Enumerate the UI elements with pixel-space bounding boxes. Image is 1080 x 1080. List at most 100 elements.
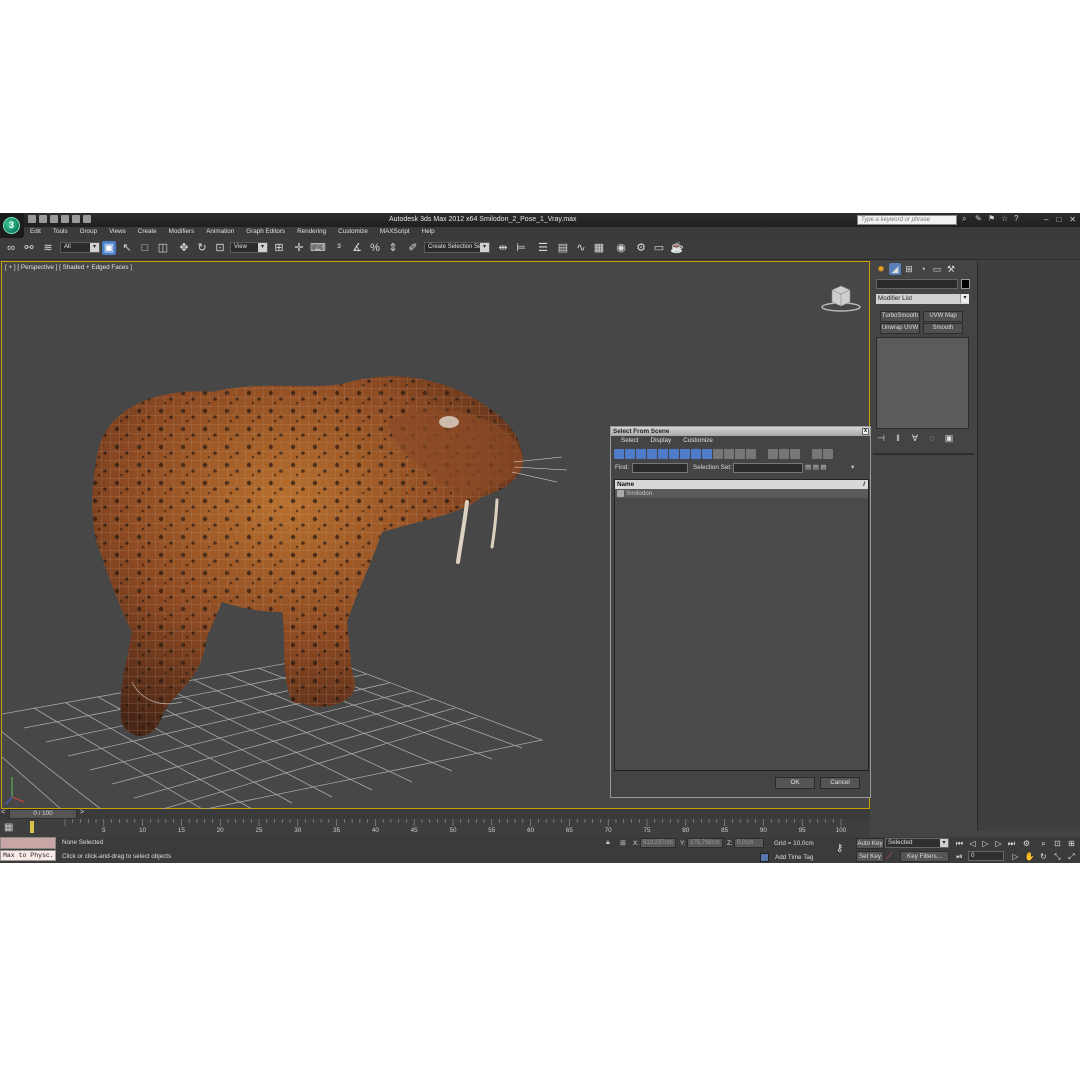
object-color-swatch[interactable] (961, 279, 970, 289)
maxscript-input[interactable]: Max to Physc. (0, 850, 56, 861)
menu-group[interactable]: Group (74, 227, 104, 238)
display-tab-icon[interactable]: ▭ (931, 263, 943, 275)
field-of-view-icon[interactable]: ▷ (1010, 851, 1021, 862)
render-setup-icon[interactable]: ⚙ (634, 241, 648, 255)
rotate-icon[interactable]: ↻ (195, 241, 209, 255)
column-header-name[interactable]: Name / (615, 480, 868, 489)
filter-options-icon[interactable] (823, 449, 833, 459)
project-folder-icon[interactable] (83, 215, 91, 223)
display-helpers-icon[interactable] (658, 449, 668, 459)
next-frame-icon[interactable]: ▷ (993, 838, 1004, 849)
turbosmooth-button[interactable]: TurboSmooth (880, 311, 920, 322)
dialog-menu-customize[interactable]: Customize (677, 436, 719, 447)
unlink-icon[interactable]: ⚯ (22, 241, 36, 255)
previous-frame-icon[interactable]: ◁ (967, 838, 978, 849)
time-slider-prev[interactable]: < (1, 809, 5, 816)
unwrap-uvw-button[interactable]: Unwrap UVW (880, 323, 920, 334)
link-icon[interactable]: ∞ (4, 241, 18, 255)
reference-coordinate-dropdown[interactable]: View ▾ (230, 242, 268, 253)
time-marker[interactable] (30, 821, 34, 833)
select-all-icon[interactable] (768, 449, 778, 459)
pan-view-icon[interactable]: ✋ (1024, 851, 1035, 862)
maximize-icon[interactable]: □ (1056, 215, 1061, 224)
display-xrefs-icon[interactable] (691, 449, 701, 459)
time-slider-next[interactable]: > (80, 809, 84, 816)
current-frame-field[interactable]: 0 (968, 851, 1004, 861)
snaps-toggle-icon[interactable]: ³ (332, 241, 346, 255)
play-icon[interactable]: ▷ (980, 838, 991, 849)
utilities-tab-icon[interactable]: ⚒ (945, 263, 957, 275)
lock-selection-icon[interactable]: 🔒︎ (606, 839, 610, 847)
display-bones-icon[interactable] (702, 449, 712, 459)
track-bar[interactable]: ▦ 5 10 15 20 25 30 35 40 45 50 55 60 65 70 75 80 85 90 95 1… (0, 819, 870, 837)
display-lights-icon[interactable] (636, 449, 646, 459)
display-none-icon[interactable] (724, 449, 734, 459)
new-file-icon[interactable] (28, 215, 36, 223)
selection-set-dropdown[interactable] (733, 463, 803, 473)
dialog-title-bar[interactable]: Select From Scene x (611, 427, 870, 436)
uvw-map-button[interactable]: UVW Map (923, 311, 963, 322)
go-to-end-icon[interactable]: ⏭ (1006, 838, 1017, 849)
named-selection-sets-dropdown[interactable]: Create Selection Se ▾ (424, 242, 490, 253)
time-configuration-icon[interactable]: ⚙ (1021, 838, 1032, 849)
app-logo-button[interactable]: 3 (0, 213, 24, 239)
menu-rendering[interactable]: Rendering (291, 227, 332, 238)
select-and-manipulate-icon[interactable]: ✛ (292, 241, 306, 255)
pin-stack-icon[interactable]: ⊣ (876, 433, 886, 443)
angle-snap-icon[interactable]: ∡ (350, 241, 364, 255)
hierarchy-tab-icon[interactable]: ⊞ (903, 263, 915, 275)
smooth-button[interactable]: Smooth (923, 323, 963, 334)
favorites-icon[interactable]: ☆ (1001, 215, 1009, 223)
y-coordinate-field[interactable]: 275,798cm (687, 838, 723, 848)
percent-snap-icon[interactable]: % (368, 241, 382, 255)
list-item[interactable]: Smilodon (615, 489, 868, 498)
scale-icon[interactable]: ⊡ (213, 241, 227, 255)
motion-tab-icon[interactable]: ◔ (917, 263, 929, 275)
absolute-mode-icon[interactable]: ⊞ (620, 839, 626, 847)
select-object-icon[interactable]: ▣ (102, 241, 116, 255)
key-mode-toggle-icon[interactable]: ⏯ (954, 851, 965, 862)
menu-animation[interactable]: Animation (200, 227, 240, 238)
menu-tools[interactable]: Tools (47, 227, 74, 238)
bind-space-warp-icon[interactable]: ≋ (41, 241, 55, 255)
make-unique-icon[interactable]: ∀ (910, 433, 920, 443)
modify-tab-icon[interactable]: ◢ (889, 263, 901, 275)
menu-maxscript[interactable]: MAXScript (374, 227, 416, 238)
zoom-extents-all-icon[interactable]: ⊞ (1066, 838, 1077, 849)
open-file-icon[interactable] (39, 215, 47, 223)
spinner-snap-icon[interactable]: ⇕ (386, 241, 400, 255)
display-space-warps-icon[interactable] (669, 449, 679, 459)
smilodon-model[interactable] (92, 376, 568, 736)
minimize-icon[interactable]: – (1044, 215, 1048, 224)
edit-named-selection-icon[interactable]: ✐ (406, 241, 420, 255)
close-icon[interactable]: ✕ (1069, 215, 1076, 224)
z-coordinate-field[interactable]: 0,0cm (734, 838, 764, 848)
remove-modifier-icon[interactable]: ◌ (927, 433, 937, 443)
display-cameras-icon[interactable] (647, 449, 657, 459)
viewcube-icon[interactable] (820, 282, 862, 312)
display-groups-icon[interactable] (680, 449, 690, 459)
select-invert-icon[interactable] (790, 449, 800, 459)
time-tag-icon[interactable] (760, 853, 769, 862)
chevron-down-icon[interactable]: ▾ (851, 464, 854, 471)
modifier-stack[interactable] (876, 337, 969, 429)
x-coordinate-field[interactable]: 610,237cm (640, 838, 676, 848)
help-icon[interactable]: ? (1014, 215, 1022, 223)
window-crossing-icon[interactable]: ◫ (156, 241, 170, 255)
modifier-list-dropdown[interactable]: Modifier List ▾ (876, 294, 969, 304)
go-to-start-icon[interactable]: ⏮ (954, 838, 965, 849)
subscription-icon[interactable]: ⚑ (988, 215, 996, 223)
key-set-dropdown[interactable]: Selected ▾ (885, 838, 949, 848)
ok-button[interactable]: OK (775, 777, 815, 789)
maximize-viewport-icon[interactable]: ⤢ (1066, 851, 1077, 862)
search-icon[interactable]: ⌕ (962, 215, 970, 223)
selection-filter-dropdown[interactable]: All ▾ (60, 242, 100, 253)
display-shapes-icon[interactable] (625, 449, 635, 459)
configure-modifier-sets-icon[interactable]: ▣ (944, 433, 954, 443)
menu-graph-editors[interactable]: Graph Editors (240, 227, 291, 238)
object-name-field[interactable] (876, 279, 958, 289)
create-tab-icon[interactable]: ✸ (875, 263, 887, 275)
menu-edit[interactable]: Edit (24, 227, 47, 238)
orbit-icon[interactable]: ↻ (1038, 851, 1049, 862)
curve-editor-icon[interactable]: ∿ (574, 241, 588, 255)
